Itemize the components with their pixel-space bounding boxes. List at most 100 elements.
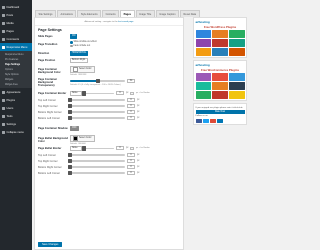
plugin-tile[interactable] [195, 29, 212, 38]
color-picker-button[interactable] [130, 91, 134, 95]
sidebar-item-appearance[interactable]: Appearance [0, 88, 32, 96]
sidebar-item-responsive-menu[interactable]: Responsive Menu [0, 43, 32, 51]
tab-reset-data[interactable]: Reset Data [180, 10, 200, 17]
tab-pages[interactable]: Pages [120, 10, 135, 17]
corner-value[interactable]: 0 [127, 104, 135, 108]
plugin-tile[interactable] [212, 38, 228, 47]
linkedin-icon[interactable] [216, 119, 223, 123]
sidebar-item-pages[interactable]: Pages [0, 27, 32, 35]
slider-handle[interactable] [68, 152, 72, 158]
promo-box-woocommerce[interactable]: a2hosting Free WooCommerce Plugins [193, 60, 247, 101]
transition-option-1[interactable]: Slide-in/slide-out effect [70, 41, 97, 44]
slider-handle[interactable] [68, 109, 72, 115]
radio-checked-icon[interactable] [70, 41, 73, 44]
notice-link[interactable]: last saved page [118, 21, 133, 23]
shadow-toggle[interactable]: OFF [70, 126, 79, 131]
plugin-tile[interactable] [212, 90, 228, 99]
corner-slider[interactable] [68, 109, 125, 115]
corner-slider[interactable] [68, 97, 125, 103]
slide-pages-toggle[interactable]: ON [70, 34, 78, 39]
transparency-slider[interactable] [70, 78, 125, 84]
corner-slider[interactable] [68, 158, 125, 164]
plugin-tile[interactable] [195, 47, 212, 56]
field-hint: px + for Border [135, 92, 150, 95]
field-label: Bottom Left Corner [38, 116, 60, 120]
radio-icon[interactable] [70, 44, 73, 47]
tab-animations[interactable]: Animations [57, 10, 77, 17]
corner-value[interactable]: 0 [127, 165, 135, 169]
plugin-tile[interactable] [228, 90, 245, 99]
corner-slider[interactable] [68, 115, 125, 121]
save-changes-button[interactable]: Save Changes [38, 242, 63, 247]
plugin-tile[interactable] [195, 72, 212, 81]
border-width-slider[interactable] [82, 91, 114, 96]
slider-handle[interactable] [82, 91, 86, 96]
container-bg-color-button[interactable]: Select Color [70, 66, 95, 73]
slider-handle[interactable] [68, 170, 72, 176]
sidebar-item-comments[interactable]: Comments [0, 35, 32, 43]
brush-icon [2, 90, 5, 94]
corner-value[interactable]: 0 [127, 110, 135, 114]
corner-slider[interactable] [68, 103, 125, 109]
corner-slider[interactable] [68, 152, 125, 158]
slider-handle[interactable] [68, 164, 72, 170]
corner-slider[interactable] [68, 170, 125, 176]
bullet-border-width-value[interactable]: 0 [116, 146, 124, 151]
submenu-item[interactable]: Widget Area [0, 82, 32, 87]
bullet-border-style-select[interactable]: None [70, 146, 82, 151]
plugin-tile[interactable] [228, 38, 245, 47]
tab-contents[interactable]: Contents [102, 10, 120, 17]
sidebar-item-tools[interactable]: Tools [0, 112, 32, 120]
promo-box-wordpress[interactable]: a2hosting Free WordPress Plugins [193, 17, 247, 58]
sidebar-item-media[interactable]: Media [0, 19, 32, 27]
google-plus-icon[interactable] [209, 119, 216, 123]
slider-handle[interactable] [68, 158, 72, 164]
plugin-tile[interactable] [228, 72, 245, 81]
corner-value[interactable]: 0 [127, 116, 135, 120]
transition-option-2[interactable]: Fade in/fade out [70, 44, 90, 47]
transparency-value[interactable]: 50 [127, 79, 135, 83]
corner-value[interactable]: 0 [127, 159, 135, 163]
corner-slider[interactable] [68, 164, 125, 170]
tab-style-elements[interactable]: Style Elements [77, 10, 102, 17]
color-picker-button[interactable] [130, 146, 134, 150]
field-label: Top Left Corner [38, 98, 56, 102]
bullet-border-width-slider[interactable] [82, 146, 114, 151]
border-width-value[interactable]: 0 [116, 91, 124, 96]
direction-toggle[interactable]: HORIZONTAL [70, 51, 88, 56]
plugin-tile[interactable] [195, 81, 212, 90]
plugin-tile[interactable] [195, 90, 212, 99]
sidebar-item-dashboard[interactable]: Dashboard [0, 3, 32, 11]
plugin-tile[interactable] [212, 29, 228, 38]
plugin-tile[interactable] [228, 47, 245, 56]
sidebar-item-collapse[interactable]: Collapse menu [0, 128, 32, 136]
slider-handle[interactable] [95, 78, 100, 84]
tab-image-caption[interactable]: Image Caption [155, 10, 179, 17]
sidebar-item-plugins[interactable]: Plugins [0, 96, 32, 104]
slider-handle[interactable] [68, 97, 72, 103]
slider-handle[interactable] [68, 115, 72, 121]
plugin-tile[interactable] [212, 81, 228, 90]
rate-now-button[interactable]: Rate Now [195, 110, 245, 115]
facebook-icon[interactable] [195, 119, 202, 123]
page-position-select[interactable]: Bottom Right [70, 58, 88, 63]
plugin-tile[interactable] [228, 29, 245, 38]
bullet-bg-color-button[interactable]: Select Color [70, 135, 95, 142]
twitter-icon[interactable] [202, 119, 209, 123]
plugin-tile[interactable] [212, 47, 228, 56]
sidebar-item-users[interactable]: Users [0, 104, 32, 112]
corner-value[interactable]: 0 [127, 153, 135, 157]
slider-handle[interactable] [82, 146, 86, 151]
corner-value[interactable]: 0 [127, 98, 135, 102]
plugin-tile[interactable] [195, 38, 212, 47]
sidebar-item-settings[interactable]: Settings [0, 120, 32, 128]
plugin-tile[interactable] [228, 81, 245, 90]
tab-site-settings[interactable]: Site Settings [35, 10, 57, 17]
tab-image-title[interactable]: Image Title [135, 10, 155, 17]
field-label: Top Right Corner [38, 159, 58, 163]
sidebar-item-posts[interactable]: Posts [0, 11, 32, 19]
slider-handle[interactable] [68, 103, 72, 109]
border-style-select[interactable]: None [70, 91, 82, 96]
plugin-tile[interactable] [212, 72, 228, 81]
corner-value[interactable]: 0 [127, 171, 135, 175]
